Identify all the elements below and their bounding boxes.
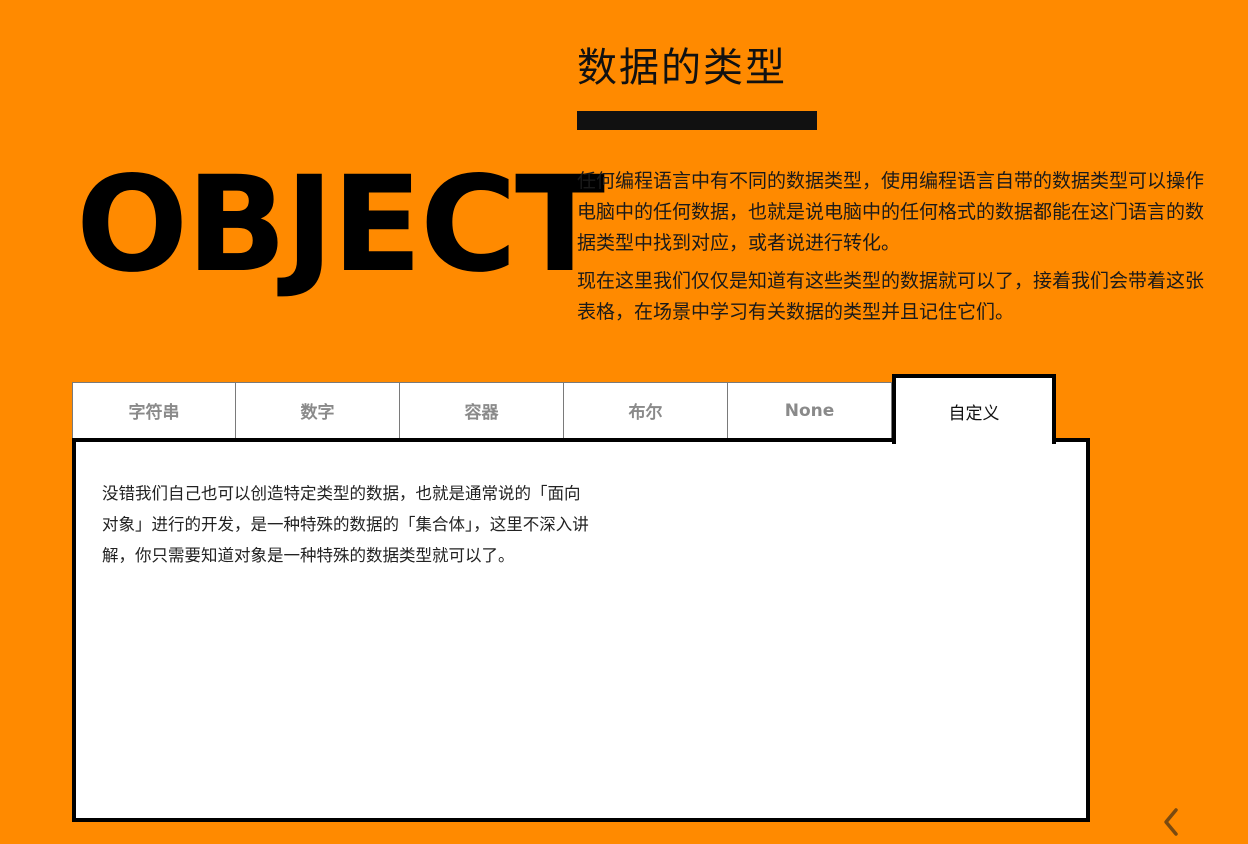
tab-content-panel: 没错我们自己也可以创造特定类型的数据，也就是通常说的「面向对象」进行的开发，是一… [72, 438, 1090, 822]
intro-paragraph-2: 现在这里我们仅仅是知道有这些类型的数据就可以了，接着我们会带着这张表格，在场景中… [577, 270, 1205, 323]
page-title: 数据的类型 [577, 45, 787, 91]
panel-description: 没错我们自己也可以创造特定类型的数据，也就是通常说的「面向对象」进行的开发，是一… [102, 484, 589, 565]
tab-number[interactable]: 数字 [236, 382, 400, 438]
tab-boolean[interactable]: 布尔 [564, 382, 728, 438]
tab-container[interactable]: 容器 [400, 382, 564, 438]
title-underline [577, 111, 817, 130]
intro-text: 任何编程语言中有不同的数据类型，使用编程语言自带的数据类型可以操作电脑中的任何数… [577, 166, 1209, 335]
data-type-tabs: 字符串 数字 容器 布尔 None 自定义 [72, 374, 1056, 444]
tab-string[interactable]: 字符串 [72, 382, 236, 438]
tab-none[interactable]: None [728, 382, 892, 438]
tab-custom[interactable]: 自定义 [892, 374, 1056, 444]
object-heading: OBJECT [76, 148, 605, 302]
chevron-left-icon-svg [1164, 808, 1178, 836]
intro-paragraph-1: 任何编程语言中有不同的数据类型，使用编程语言自带的数据类型可以操作电脑中的任何数… [577, 170, 1205, 254]
chevron-left-icon[interactable] [1150, 800, 1190, 840]
